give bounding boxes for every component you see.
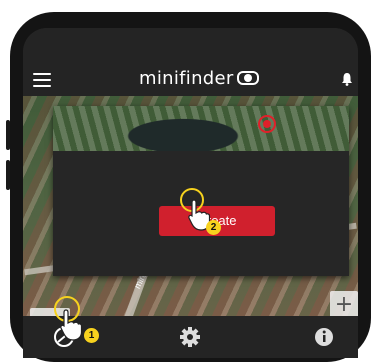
info-icon[interactable] [311, 324, 337, 350]
create-geofence-card: Create [53, 106, 349, 276]
phone-side-button [6, 120, 10, 150]
brand-name: minifinder [139, 68, 234, 89]
step-2-badge: 2 [206, 220, 221, 235]
phone-side-button [6, 160, 10, 190]
hamburger-menu-icon[interactable] [33, 73, 51, 87]
bell-icon[interactable] [341, 72, 353, 86]
app-header: minifinder [23, 28, 358, 96]
brand-logo: minifinder [139, 68, 259, 89]
location-pin-icon [258, 115, 276, 133]
tap-hand-icon [60, 309, 83, 341]
card-map-preview [53, 106, 349, 151]
zoom-in-button[interactable]: + [330, 291, 358, 316]
zoom-controls: + − [330, 291, 358, 316]
gear-icon[interactable] [177, 324, 203, 350]
brand-mark-icon [236, 71, 259, 85]
step-1-badge: 1 [84, 328, 99, 343]
